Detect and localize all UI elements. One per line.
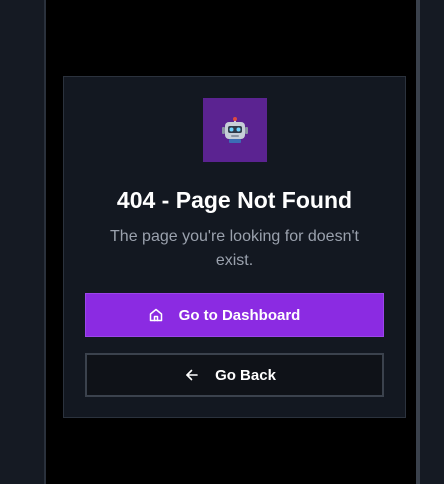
go-to-dashboard-button[interactable]: Go to Dashboard [85,293,384,337]
home-icon [147,306,165,324]
app-frame: 404 - Page Not Found The page you're loo… [0,0,444,484]
left-sidebar [0,0,46,484]
go-back-button[interactable]: Go Back [85,353,384,397]
page-title: 404 - Page Not Found [116,187,353,213]
error-message: The page you're looking for doesn't exis… [110,228,359,269]
robot-icon [222,117,248,143]
go-to-dashboard-label: Go to Dashboard [178,306,301,324]
right-scrollbar[interactable] [416,0,444,484]
not-found-card: 404 - Page Not Found The page you're loo… [63,76,406,418]
arrow-left-icon [183,366,201,384]
app-logo [203,98,267,162]
go-back-label: Go Back [215,366,276,384]
